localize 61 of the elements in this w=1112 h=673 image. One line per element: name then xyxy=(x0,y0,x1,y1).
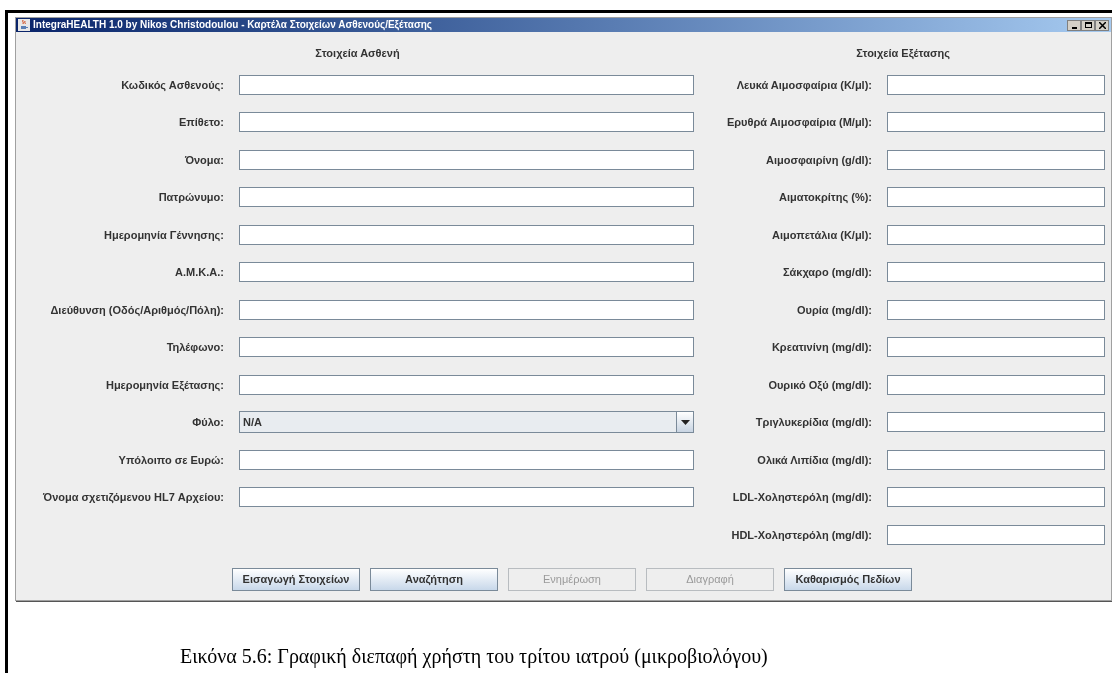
input-field[interactable] xyxy=(887,299,1105,320)
input-field[interactable] xyxy=(887,524,1105,545)
input-field[interactable] xyxy=(239,262,694,283)
input-field[interactable] xyxy=(887,262,1105,283)
field-label: Ημερομηνία Γέννησης: xyxy=(102,227,225,243)
section-heading: Στοιχεία Εξέτασης xyxy=(856,46,950,61)
field-label: Υπόλοιπο σε Ευρώ: xyxy=(117,452,225,468)
field-label: Ημερομηνία Εξέτασης: xyxy=(104,377,225,393)
field-label: Όνομα: xyxy=(183,152,225,168)
input-field[interactable] xyxy=(887,449,1105,470)
gender-dropdown[interactable]: N/A xyxy=(239,411,694,434)
field-label: Πατρώνυμο: xyxy=(157,190,225,205)
input-field[interactable] xyxy=(887,187,1105,208)
dropdown-arrow-icon xyxy=(680,419,690,425)
input-field[interactable] xyxy=(239,112,694,133)
input-field[interactable] xyxy=(239,487,694,508)
input-field[interactable] xyxy=(239,337,694,358)
input-field[interactable] xyxy=(239,374,694,395)
input-field[interactable] xyxy=(887,337,1105,358)
action-button[interactable]: Αναζήτηση xyxy=(370,568,498,591)
window-title: IntegraHEALTH 1.0 by Nikos Christodoulou - Καρτέλα Στοιχείων Ασθενούς/Εξέτασης xyxy=(33,20,433,30)
input-field[interactable] xyxy=(239,299,694,320)
field-label: Διεύθυνση (Οδός/Αριθμός/Πόλη): xyxy=(49,302,225,318)
field-label: Λευκά Αιμοσφαίρια (K/μl): xyxy=(735,77,873,93)
action-button[interactable]: Καθαρισμός Πεδίων xyxy=(784,568,912,591)
field-label: Τριγλυκερίδια (mg/dl): xyxy=(754,415,873,430)
input-field[interactable] xyxy=(887,74,1105,95)
input-field[interactable] xyxy=(239,449,694,470)
minimize-button[interactable] xyxy=(1067,19,1081,31)
input-field[interactable] xyxy=(887,374,1105,395)
field-label: Κρεατινίνη (mg/dl): xyxy=(770,340,873,355)
input-field[interactable] xyxy=(239,74,694,95)
field-label: Όνομα σχετιζόμενου HL7 Αρχείου: xyxy=(42,490,225,505)
field-label: Επίθετο: xyxy=(178,115,225,130)
input-field[interactable] xyxy=(887,224,1105,245)
input-field[interactable] xyxy=(239,187,694,208)
field-label: HDL-Χοληστερόλη (mg/dl): xyxy=(730,527,873,543)
input-field[interactable] xyxy=(239,224,694,245)
field-label: Αιμοπετάλια (K/μl): xyxy=(771,227,873,243)
close-button[interactable] xyxy=(1095,19,1109,31)
figure-caption: Εικόνα 5.6: Γραφική διεπαφή χρήστη του τρίτου ιατρού (μικροβιολόγου) xyxy=(180,644,768,670)
field-label: Α.Μ.Κ.Α.: xyxy=(174,265,225,280)
input-field[interactable] xyxy=(887,412,1105,433)
field-label: Ουρία (mg/dl): xyxy=(796,302,873,318)
field-label: Ολικά Λιπίδια (mg/dl): xyxy=(756,452,873,468)
maximize-button[interactable] xyxy=(1081,19,1095,31)
action-button[interactable]: Εισαγωγή Στοιχείων xyxy=(232,568,360,591)
field-label: Σάκχαρο (mg/dl): xyxy=(781,265,873,280)
field-label: Αιματοκρίτης (%): xyxy=(778,190,873,205)
input-field[interactable] xyxy=(887,112,1105,133)
input-field[interactable] xyxy=(887,487,1105,508)
field-label: Τηλέφωνο: xyxy=(165,340,225,355)
section-heading: Στοιχεία Ασθενή xyxy=(315,46,400,61)
field-label: Ουρικό Οξύ (mg/dl): xyxy=(767,377,873,393)
field-label: Αιμοσφαιρίνη (g/dl): xyxy=(765,152,873,168)
field-label: Κωδικός Ασθενούς: xyxy=(120,77,225,93)
field-label: LDL-Χοληστερόλη (mg/dl): xyxy=(731,490,873,505)
input-field[interactable] xyxy=(239,149,694,170)
field-label: Ερυθρά Αιμοσφαίρια (M/μl): xyxy=(725,115,873,130)
field-label: Φύλο: xyxy=(191,415,225,430)
input-field[interactable] xyxy=(887,149,1105,170)
